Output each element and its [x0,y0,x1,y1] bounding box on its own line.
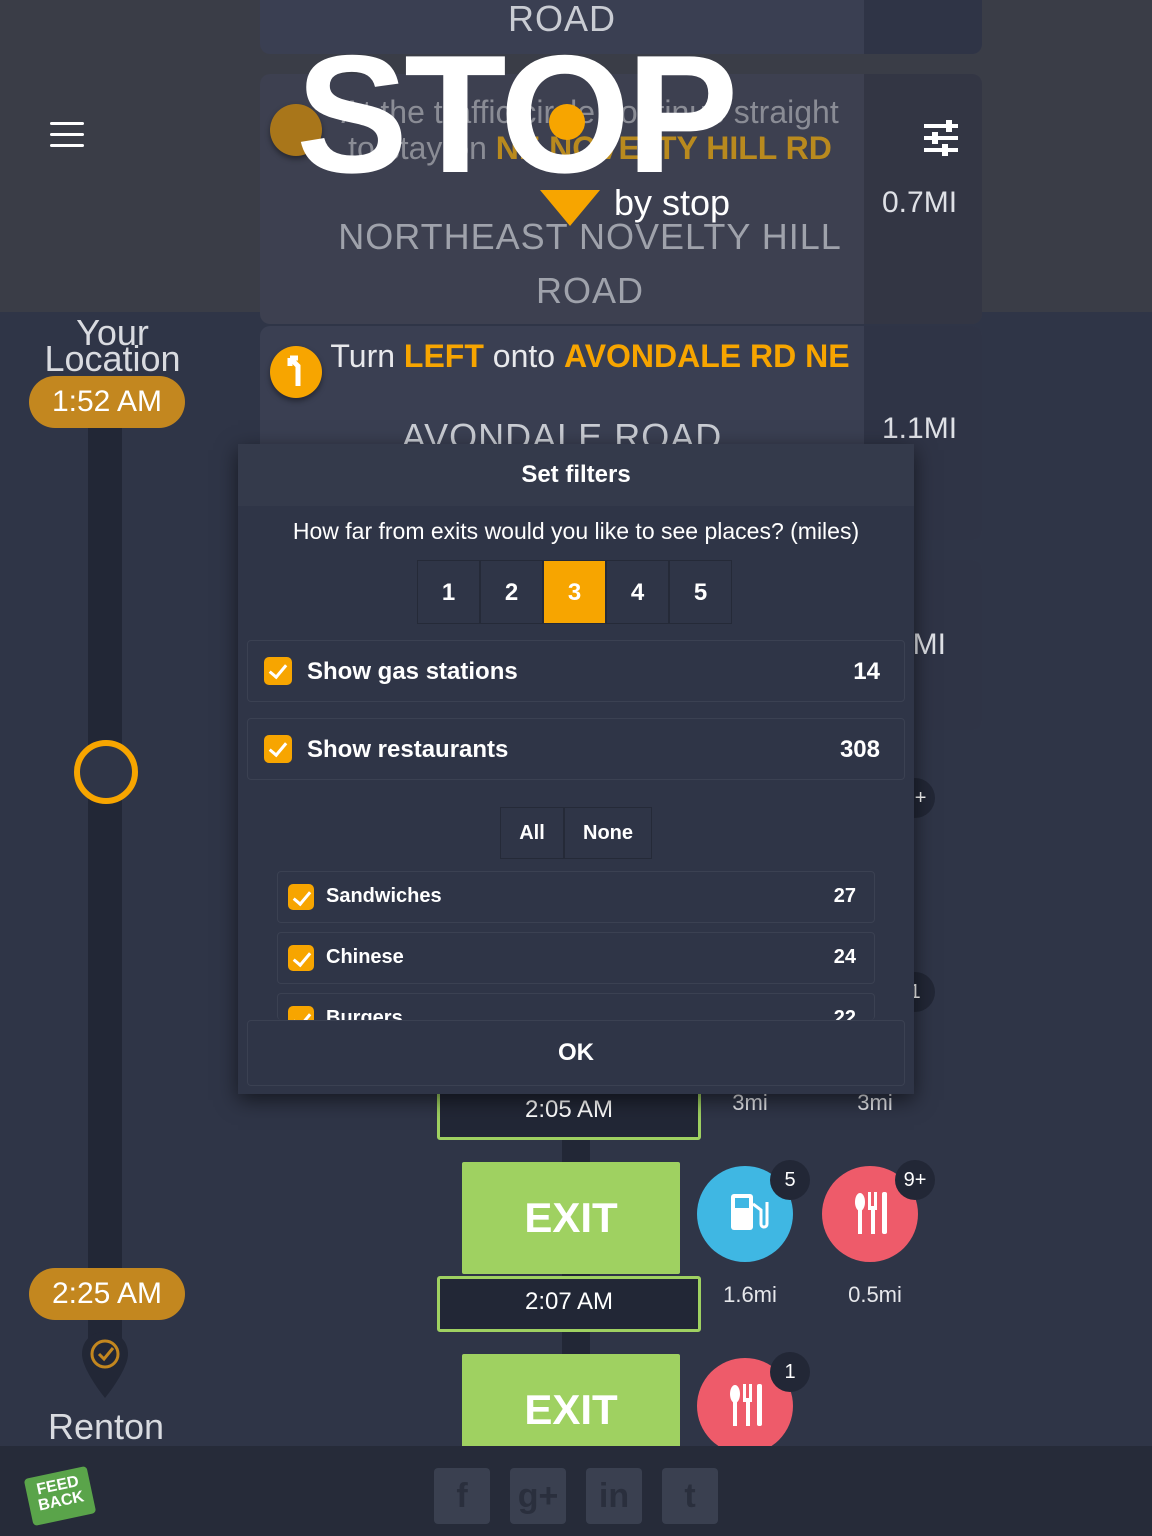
start-time: 1:52 AM [29,376,185,428]
end-time: 2:25 AM [29,1268,185,1320]
food-count-badge: 9+ [895,1160,935,1200]
food-distance: 0.5mi [848,1282,902,1307]
mile-option-2[interactable]: 2 [480,560,543,624]
dialog-title: Set filters [238,444,914,506]
restaurants-toggle[interactable]: Show restaurants 308 [247,718,905,780]
category-row[interactable]: Chinese 24 [277,932,875,984]
facebook-icon[interactable]: f [434,1468,490,1524]
menu-icon[interactable] [50,122,84,152]
road-name: NORTHEAST NOVELTY HILL ROAD [338,216,842,311]
destination-label: Renton [47,1406,165,1447]
gas-distance: 1.6mi [723,1282,777,1307]
timeline-track [88,410,122,1370]
mile-selector: 1 2 3 4 5 [417,560,732,624]
select-all-button[interactable]: All [500,807,564,859]
logo-pin-icon [540,190,600,226]
select-none-button[interactable]: None [564,807,652,859]
linkedin-icon[interactable]: in [586,1468,642,1524]
turn-left-icon [270,346,322,398]
restaurants-checkbox[interactable] [264,735,292,763]
category-checkbox[interactable] [288,945,314,971]
destination-pin-icon [80,1330,130,1400]
step-distance: 1.1MI [882,412,958,445]
step-instruction: Turn LEFT onto AVONDALE RD NE [330,338,850,374]
step-distance: 0.7MI [882,186,958,219]
exit-time: 2:07 AM [437,1276,701,1332]
gas-checkbox[interactable] [264,657,292,685]
filter-settings-icon[interactable] [924,120,964,156]
category-row[interactable]: Sandwiches 27 [277,871,875,923]
category-row[interactable]: Burgers 22 [277,993,875,1020]
mile-option-3[interactable]: 3 [543,560,606,624]
stop-logo: STOP [296,20,738,208]
start-location-label: Your Location [44,312,181,379]
logo-dot [549,104,585,140]
ok-button[interactable]: OK [247,1020,905,1086]
filters-dialog: Set filters How far from exits would you… [238,444,914,1094]
category-checkbox[interactable] [288,1006,314,1020]
mile-option-1[interactable]: 1 [417,560,480,624]
mile-option-5[interactable]: 5 [669,560,732,624]
category-checkbox[interactable] [288,884,314,910]
gas-count-badge: 5 [770,1160,810,1200]
footer-bar [0,1446,1152,1536]
google-plus-icon[interactable]: g+ [510,1468,566,1524]
distance-question: How far from exits would you like to see… [292,518,860,544]
exit-button[interactable]: EXIT [462,1162,680,1274]
logo-tagline: by stop [614,182,731,223]
twitter-icon[interactable]: t [662,1468,718,1524]
current-position-marker [74,740,138,804]
food-count-badge: 1 [770,1352,810,1392]
select-all-none: All None [500,807,652,859]
gas-stations-toggle[interactable]: Show gas stations 14 [247,640,905,702]
mile-option-4[interactable]: 4 [606,560,669,624]
